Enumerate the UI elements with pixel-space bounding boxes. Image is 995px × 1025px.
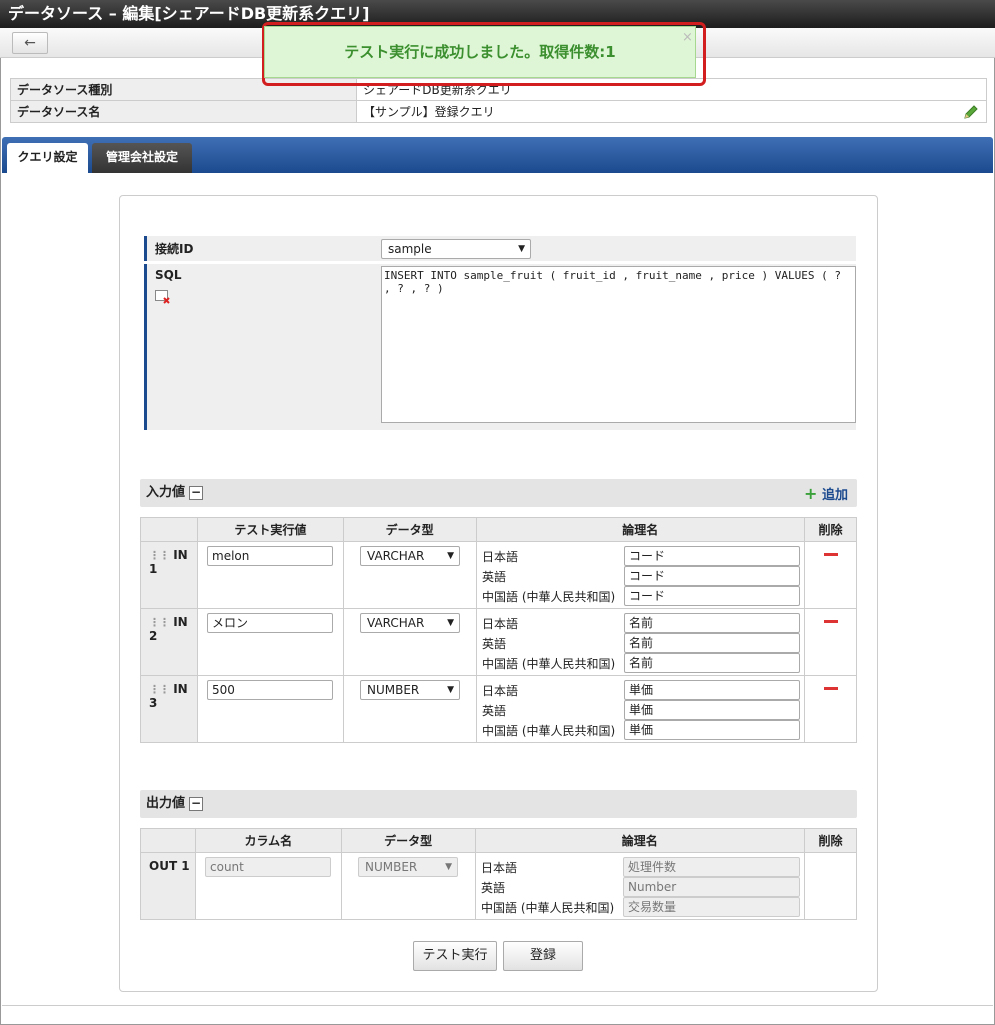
drag-handle-icon[interactable]: ⋮⋮ (149, 683, 170, 696)
delete-row-icon[interactable] (824, 687, 838, 690)
col-delete: 削除 (804, 828, 857, 853)
column-name-input: count (205, 857, 331, 877)
plus-icon: + (804, 484, 818, 503)
lang-ja: 日本語 (482, 684, 519, 698)
output-logical-name-ja: 処理件数 (623, 857, 800, 877)
logical-name-en-input[interactable]: 単価 (624, 700, 800, 720)
logical-name-zh-input[interactable]: コード (624, 586, 800, 606)
add-label: 追加 (821, 488, 848, 503)
delete-row-icon[interactable] (824, 620, 838, 623)
conn-select-value: sample (388, 242, 432, 256)
drag-handle-icon[interactable]: ⋮⋮ (149, 616, 170, 629)
footer-divider (2, 1005, 993, 1006)
name-value: 【サンプル】登録クエリ (356, 100, 987, 123)
register-button[interactable]: 登録 (503, 941, 583, 971)
back-button[interactable]: ← (12, 32, 48, 54)
output-section-header: 出力値 − (140, 790, 857, 818)
logical-name-zh-input[interactable]: 単価 (624, 720, 800, 740)
toast-close-icon[interactable]: × (682, 30, 693, 45)
table-row: OUT 1 (140, 852, 196, 920)
col-data-type: データ型 (340, 828, 476, 853)
lang-zh: 中国語 (中華人民共和国) (482, 724, 616, 738)
sql-textarea[interactable]: INSERT INTO sample_fruit ( fruit_id , fr… (381, 266, 856, 423)
pencil-icon[interactable] (962, 103, 980, 121)
data-type-value: NUMBER (367, 683, 420, 697)
data-type-select[interactable]: VARCHAR ▼ (360, 613, 460, 633)
test-value-input[interactable]: melon (207, 546, 333, 566)
logical-name-en-input[interactable]: 名前 (624, 633, 800, 653)
conn-select[interactable]: sample ▼ (381, 239, 531, 259)
logical-name-ja-input[interactable]: 単価 (624, 680, 800, 700)
logical-name-zh-input[interactable]: 名前 (624, 653, 800, 673)
lang-ja: 日本語 (482, 617, 519, 631)
lang-ja: 日本語 (481, 861, 518, 875)
lang-zh: 中国語 (中華人民共和国) (482, 590, 616, 604)
dropdown-arrow-icon: ▼ (518, 244, 525, 254)
data-type-select[interactable]: NUMBER ▼ (360, 680, 460, 700)
drag-handle-icon[interactable]: ⋮⋮ (149, 549, 170, 562)
lang-en: 英語 (481, 881, 506, 895)
col-logical-name: 論理名 (474, 828, 806, 853)
logical-name-ja-input[interactable]: 名前 (624, 613, 800, 633)
logical-name-ja-input[interactable]: コード (624, 546, 800, 566)
conn-label: 接続ID (144, 236, 375, 261)
col-data-type: データ型 (342, 517, 477, 542)
data-type-value: NUMBER (365, 860, 418, 874)
collapse-input-icon[interactable]: − (189, 485, 204, 500)
lang-zh: 中国語 (中華人民共和国) (482, 657, 616, 671)
data-type-value: VARCHAR (367, 616, 425, 630)
table-row: ⋮⋮ IN 1 (140, 541, 198, 609)
success-toast: テスト実行に成功しました。取得件数:1 (264, 26, 696, 78)
dropdown-arrow-icon: ▼ (445, 862, 452, 872)
lang-en: 英語 (482, 637, 507, 651)
delete-row-icon[interactable] (824, 553, 838, 556)
table-row: ⋮⋮ IN 3 (140, 675, 198, 743)
add-button[interactable]: + 追加 (804, 484, 848, 503)
logical-name-en-input[interactable]: コード (624, 566, 800, 586)
input-section-header: 入力値 − (140, 479, 857, 507)
dropdown-arrow-icon: ▼ (447, 618, 454, 628)
lang-ja: 日本語 (482, 550, 519, 564)
test-run-button[interactable]: テスト実行 (413, 941, 497, 971)
sql-label: SQL (155, 268, 182, 282)
name-label: データソース名 (10, 100, 357, 123)
lang-zh: 中国語 (中華人民共和国) (481, 901, 615, 915)
tab-company-settings[interactable]: 管理会社設定 (92, 143, 192, 173)
input-section-title: 入力値 (146, 485, 186, 500)
data-type-select[interactable]: VARCHAR ▼ (360, 546, 460, 566)
data-type-value: VARCHAR (367, 549, 425, 563)
output-logical-name-en: Number (623, 877, 800, 897)
col-delete: 削除 (804, 517, 857, 542)
arrow-left-icon: ← (24, 35, 36, 51)
test-value-input[interactable]: 500 (207, 680, 333, 700)
table-row: ⋮⋮ IN 2 (140, 608, 198, 676)
col-logical-name: 論理名 (475, 517, 806, 542)
tab-query-settings[interactable]: クエリ設定 (7, 143, 88, 173)
output-data-type-select: NUMBER ▼ (358, 857, 458, 877)
sql-label-cell: SQL (144, 264, 375, 430)
dropdown-arrow-icon: ▼ (447, 551, 454, 561)
col-column-name: カラム名 (194, 828, 342, 853)
collapse-output-icon[interactable]: − (189, 796, 204, 811)
clear-sql-icon[interactable] (155, 290, 171, 304)
col-test-value: テスト実行値 (196, 517, 344, 542)
lang-en: 英語 (482, 704, 507, 718)
output-logical-name-zh: 交易数量 (623, 897, 800, 917)
test-value-input[interactable]: メロン (207, 613, 333, 633)
output-section-title: 出力値 (146, 796, 186, 811)
dropdown-arrow-icon: ▼ (447, 685, 454, 695)
lang-en: 英語 (482, 570, 507, 584)
